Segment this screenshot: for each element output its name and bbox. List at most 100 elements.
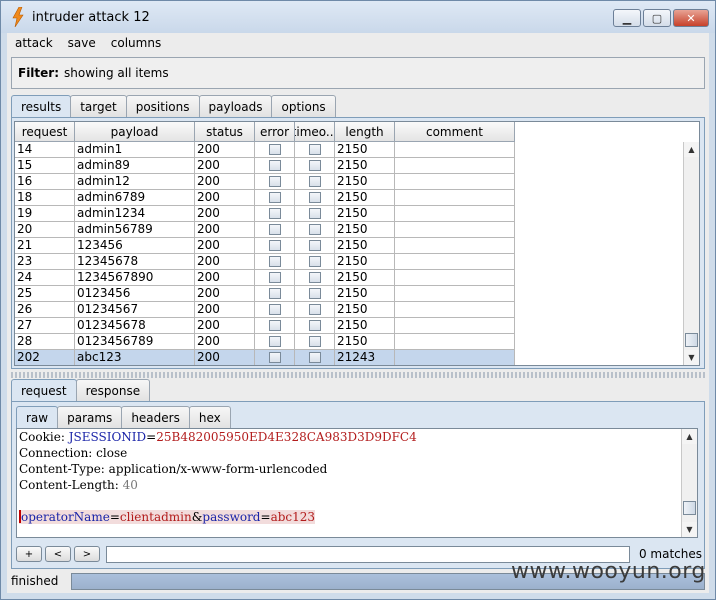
error-checkbox[interactable]	[268, 272, 281, 283]
error-checkbox[interactable]	[268, 304, 281, 315]
tab-options[interactable]: options	[271, 95, 336, 117]
search-add-button[interactable]: +	[16, 546, 42, 562]
cell-length: 2150	[335, 206, 395, 222]
menu-attack[interactable]: attack	[8, 36, 60, 50]
table-row[interactable]: 16 admin12 200 2150	[15, 174, 515, 190]
table-scrollbar[interactable]: ▲ ▼	[683, 142, 699, 365]
error-checkbox[interactable]	[268, 256, 281, 267]
table-row[interactable]: 15 admin89 200 2150	[15, 158, 515, 174]
table-row[interactable]: 19 admin1234 200 2150	[15, 206, 515, 222]
col-comment[interactable]: comment	[395, 122, 515, 142]
table-row[interactable]: 27 012345678 200 2150	[15, 318, 515, 334]
tab-params[interactable]: params	[57, 406, 123, 428]
cell-error	[255, 302, 295, 318]
cell-payload: 0123456	[75, 286, 195, 302]
raw-editor[interactable]: Cookie: JSESSIONID=25B482005950ED4E328CA…	[16, 428, 698, 538]
cell-length: 2150	[335, 158, 395, 174]
results-panel: request payload status error timeo... le…	[11, 117, 705, 369]
error-checkbox[interactable]	[268, 144, 281, 155]
cell-status: 200	[195, 350, 255, 365]
editor-scrollbar[interactable]: ▲ ▼	[681, 429, 697, 537]
error-checkbox[interactable]	[268, 192, 281, 203]
cell-length: 2150	[335, 238, 395, 254]
table-row[interactable]: 202 abc123 200 21243	[15, 350, 515, 365]
col-length[interactable]: length	[335, 122, 395, 142]
tab-response[interactable]: response	[75, 379, 151, 401]
menu-columns[interactable]: columns	[104, 36, 168, 50]
cell-payload: 1234567890	[75, 270, 195, 286]
timeout-checkbox[interactable]	[308, 224, 321, 235]
tab-raw[interactable]: raw	[16, 406, 59, 428]
col-status[interactable]: status	[195, 122, 255, 142]
scroll-up-icon[interactable]: ▲	[684, 142, 699, 157]
timeout-checkbox[interactable]	[308, 272, 321, 283]
minimize-button[interactable]: ▁	[613, 9, 641, 27]
error-checkbox[interactable]	[268, 160, 281, 171]
tab-results[interactable]: results	[11, 95, 72, 117]
error-checkbox[interactable]	[268, 224, 281, 235]
timeout-checkbox[interactable]	[308, 144, 321, 155]
search-prev-button[interactable]: <	[45, 546, 71, 562]
table-row[interactable]: 21 123456 200 2150	[15, 238, 515, 254]
cell-payload: 01234567	[75, 302, 195, 318]
cookie-eq: =	[146, 430, 157, 444]
filter-bar[interactable]: Filter: showing all items	[11, 57, 705, 89]
timeout-checkbox[interactable]	[308, 256, 321, 267]
cell-status: 200	[195, 174, 255, 190]
table-row[interactable]: 18 admin6789 200 2150	[15, 190, 515, 206]
editor-scroll-thumb[interactable]	[683, 501, 696, 515]
error-checkbox[interactable]	[268, 208, 281, 219]
scroll-thumb[interactable]	[685, 333, 698, 347]
error-checkbox[interactable]	[268, 320, 281, 331]
tab-target[interactable]: target	[70, 95, 127, 117]
timeout-checkbox[interactable]	[308, 336, 321, 347]
error-checkbox[interactable]	[268, 176, 281, 187]
table-row[interactable]: 26 01234567 200 2150	[15, 302, 515, 318]
timeout-checkbox[interactable]	[308, 320, 321, 331]
maximize-button[interactable]: ▢	[643, 9, 671, 27]
cell-request: 14	[15, 142, 75, 158]
cell-length: 2150	[335, 142, 395, 158]
col-payload[interactable]: payload	[75, 122, 195, 142]
cell-request: 20	[15, 222, 75, 238]
timeout-checkbox[interactable]	[308, 192, 321, 203]
timeout-checkbox[interactable]	[308, 288, 321, 299]
tab-request[interactable]: request	[11, 379, 77, 401]
cell-timeout	[295, 302, 335, 318]
error-checkbox[interactable]	[268, 336, 281, 347]
table-row[interactable]: 23 12345678 200 2150	[15, 254, 515, 270]
error-checkbox[interactable]	[268, 288, 281, 299]
tab-hex[interactable]: hex	[188, 406, 231, 428]
timeout-checkbox[interactable]	[308, 208, 321, 219]
col-request[interactable]: request	[15, 122, 75, 142]
cell-timeout	[295, 318, 335, 334]
col-timeout[interactable]: timeo...	[295, 122, 335, 142]
table-row[interactable]: 24 1234567890 200 2150	[15, 270, 515, 286]
close-button[interactable]: ✕	[673, 9, 709, 27]
tab-headers[interactable]: headers	[121, 406, 190, 428]
table-row[interactable]: 25 0123456 200 2150	[15, 286, 515, 302]
window-title: intruder attack 12	[32, 9, 150, 25]
menu-save[interactable]: save	[61, 36, 103, 50]
scroll-down-icon[interactable]: ▼	[684, 350, 699, 365]
tab-positions[interactable]: positions	[125, 95, 200, 117]
error-checkbox[interactable]	[268, 240, 281, 251]
timeout-checkbox[interactable]	[308, 160, 321, 171]
cell-status: 200	[195, 334, 255, 350]
timeout-checkbox[interactable]	[308, 352, 321, 363]
timeout-checkbox[interactable]	[308, 176, 321, 187]
cell-payload: 0123456789	[75, 334, 195, 350]
cell-length: 2150	[335, 318, 395, 334]
editor-scroll-up-icon[interactable]: ▲	[682, 429, 697, 444]
table-row[interactable]: 14 admin1 200 2150	[15, 142, 515, 158]
timeout-checkbox[interactable]	[308, 304, 321, 315]
tab-payloads[interactable]: payloads	[198, 95, 273, 117]
timeout-checkbox[interactable]	[308, 240, 321, 251]
editor-scroll-down-icon[interactable]: ▼	[682, 522, 697, 537]
pane-splitter[interactable]	[11, 372, 705, 378]
search-next-button[interactable]: >	[74, 546, 100, 562]
col-error[interactable]: error	[255, 122, 295, 142]
table-row[interactable]: 20 admin56789 200 2150	[15, 222, 515, 238]
error-checkbox[interactable]	[268, 352, 281, 363]
table-row[interactable]: 28 0123456789 200 2150	[15, 334, 515, 350]
